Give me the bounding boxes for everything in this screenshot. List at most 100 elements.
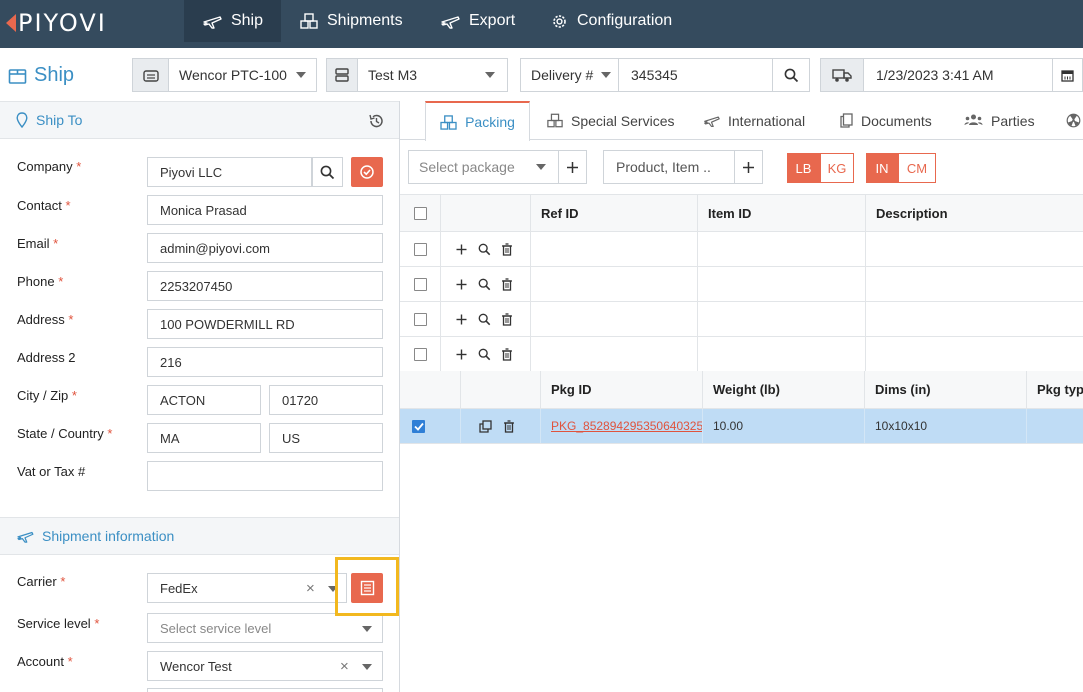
nav-ship[interactable]: Ship bbox=[184, 0, 281, 42]
search-icon[interactable] bbox=[478, 313, 491, 326]
add-package-button[interactable] bbox=[558, 151, 586, 183]
ref-id-header[interactable]: Ref ID bbox=[531, 195, 698, 231]
highlight-box bbox=[335, 557, 399, 616]
state-input[interactable]: MA bbox=[147, 423, 261, 453]
add-product-button[interactable] bbox=[734, 151, 762, 183]
plane-icon bbox=[704, 116, 720, 128]
contact-input[interactable]: Monica Prasad bbox=[147, 195, 383, 225]
history-icon[interactable] bbox=[368, 113, 385, 129]
tab-parties-label: Parties bbox=[991, 112, 1035, 129]
product-search-input[interactable]: Product, Item .. bbox=[603, 150, 763, 184]
truck-icon-cell bbox=[821, 59, 864, 91]
lookup-type-select[interactable]: Delivery # bbox=[521, 59, 619, 91]
vat-input[interactable] bbox=[147, 461, 383, 491]
nav-export[interactable]: Export bbox=[440, 0, 515, 42]
search-icon bbox=[320, 165, 334, 179]
trash-icon[interactable] bbox=[501, 242, 513, 256]
phone-input[interactable]: 2253207450 bbox=[147, 271, 383, 301]
package-id-link[interactable]: PKG_852894295350640325 bbox=[551, 419, 702, 433]
unit-kg-button[interactable]: KG bbox=[820, 153, 854, 183]
truck-icon bbox=[832, 69, 852, 82]
company-search-button[interactable] bbox=[311, 157, 343, 187]
row-checkbox[interactable] bbox=[413, 312, 427, 326]
unit-lb-button[interactable]: LB bbox=[787, 153, 820, 183]
radiation-icon[interactable] bbox=[1066, 113, 1081, 128]
search-icon[interactable] bbox=[478, 278, 491, 291]
tab-documents[interactable]: Documents bbox=[840, 101, 932, 140]
logo-text: PIYOVI bbox=[18, 9, 107, 37]
nav-configuration-label: Configuration bbox=[577, 12, 673, 29]
table-row bbox=[400, 302, 1083, 337]
right-panel: Packing Special Services International D… bbox=[400, 101, 1083, 692]
printer-select[interactable]: Wencor PTC-100 bbox=[132, 58, 317, 92]
table-row bbox=[400, 232, 1083, 267]
documents-icon bbox=[840, 113, 853, 128]
package-row-checkbox[interactable] bbox=[412, 419, 425, 433]
search-icon[interactable] bbox=[478, 348, 491, 361]
trash-icon[interactable] bbox=[503, 419, 515, 433]
city-input[interactable]: ACTON bbox=[147, 385, 261, 415]
city-zip-label: City / Zip * bbox=[17, 388, 77, 403]
page-title-text: Ship bbox=[34, 64, 75, 86]
trash-icon[interactable] bbox=[501, 347, 513, 361]
address2-input[interactable]: 216 bbox=[147, 347, 383, 377]
description-header[interactable]: Description bbox=[866, 195, 1083, 231]
tab-international[interactable]: International bbox=[703, 101, 805, 140]
ship-date-picker[interactable]: 1/23/2023 3:41 AM bbox=[820, 58, 1083, 92]
station-select[interactable]: Test M3 bbox=[326, 58, 508, 92]
tab-parties[interactable]: Parties bbox=[964, 101, 1035, 140]
vat-label: Vat or Tax # bbox=[17, 464, 86, 479]
package-select[interactable]: Select package bbox=[408, 150, 587, 184]
tab-special-services[interactable]: Special Services bbox=[547, 101, 675, 140]
table-row bbox=[400, 267, 1083, 302]
unit-in-button[interactable]: IN bbox=[866, 153, 898, 183]
company-input[interactable]: Piyovi LLC bbox=[147, 157, 313, 187]
calendar-icon bbox=[1061, 69, 1074, 82]
trash-icon[interactable] bbox=[501, 277, 513, 291]
boxes-icon bbox=[547, 113, 563, 128]
packages-header-row: Pkg ID Weight (lb) Dims (in) Pkg type bbox=[400, 371, 1083, 409]
row-checkbox[interactable] bbox=[413, 242, 427, 256]
lookup-value-input[interactable]: 345345 bbox=[619, 67, 772, 83]
clear-icon[interactable]: × bbox=[340, 658, 349, 675]
package-row[interactable]: PKG_852894295350640325 10.00 10x10x10 bbox=[400, 409, 1083, 444]
country-input[interactable]: US bbox=[269, 423, 383, 453]
weight-header[interactable]: Weight (lb) bbox=[703, 371, 865, 408]
ship-to-title: Ship To bbox=[36, 112, 83, 128]
select-all-checkbox[interactable] bbox=[413, 206, 427, 220]
nav-shipments[interactable]: Shipments bbox=[300, 0, 403, 42]
copy-icon[interactable] bbox=[479, 419, 492, 433]
printer-icon bbox=[142, 70, 159, 82]
unit-cm-button[interactable]: CM bbox=[898, 153, 936, 183]
plus-icon[interactable] bbox=[455, 313, 468, 326]
zip-input[interactable]: 01720 bbox=[269, 385, 383, 415]
account-select[interactable]: Wencor Test × bbox=[147, 651, 383, 681]
calendar-button[interactable] bbox=[1052, 59, 1082, 91]
clear-icon[interactable]: × bbox=[306, 580, 315, 597]
pkg-type-header[interactable]: Pkg type bbox=[1027, 371, 1083, 408]
nav-export-label: Export bbox=[469, 12, 516, 29]
pkg-id-header[interactable]: Pkg ID bbox=[541, 371, 703, 408]
item-id-header[interactable]: Item ID bbox=[698, 195, 866, 231]
plus-icon[interactable] bbox=[455, 348, 468, 361]
row-checkbox[interactable] bbox=[413, 277, 427, 291]
ship-date-value: 1/23/2023 3:41 AM bbox=[876, 67, 994, 83]
email-input[interactable]: admin@piyovi.com bbox=[147, 233, 383, 263]
account-label: Account * bbox=[17, 654, 73, 669]
tab-packing[interactable]: Packing bbox=[425, 101, 530, 141]
trash-icon[interactable] bbox=[501, 312, 513, 326]
dims-header[interactable]: Dims (in) bbox=[865, 371, 1027, 408]
company-validate-button[interactable] bbox=[351, 157, 383, 187]
plus-icon[interactable] bbox=[455, 278, 468, 291]
address-input[interactable]: 100 POWDERMILL RD bbox=[147, 309, 383, 339]
next-field[interactable] bbox=[147, 688, 383, 692]
row-checkbox[interactable] bbox=[413, 347, 427, 361]
plus-icon[interactable] bbox=[455, 243, 468, 256]
carrier-select[interactable]: FedEx × bbox=[147, 573, 347, 603]
service-level-select[interactable]: Select service level bbox=[147, 613, 383, 643]
chevron-down-icon bbox=[601, 72, 612, 78]
nav-configuration[interactable]: Configuration bbox=[551, 0, 672, 42]
search-icon[interactable] bbox=[478, 243, 491, 256]
lookup-search-button[interactable] bbox=[772, 59, 809, 91]
email-label: Email * bbox=[17, 236, 59, 251]
